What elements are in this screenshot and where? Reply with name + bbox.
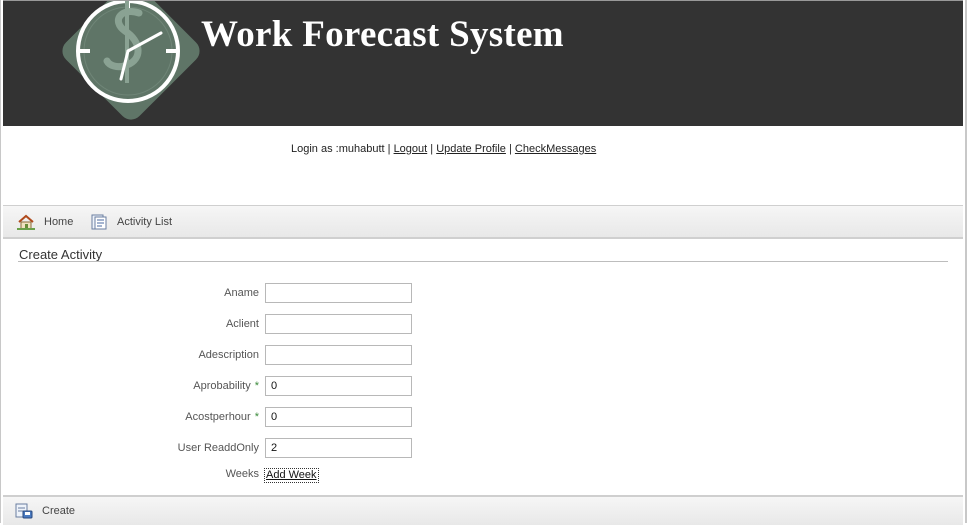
nav-item-label: Activity List bbox=[117, 216, 173, 228]
logout-link[interactable]: Logout bbox=[394, 143, 428, 155]
adescription-input[interactable] bbox=[265, 345, 412, 365]
user-readonly-input[interactable] bbox=[265, 438, 412, 458]
update-profile-link[interactable]: Update Profile bbox=[436, 143, 506, 155]
form-row-acostperhour: Acostperhour * bbox=[0, 407, 500, 427]
form-row-aname: Aname bbox=[0, 283, 500, 303]
list-icon bbox=[90, 214, 108, 230]
create-label: Create bbox=[42, 505, 76, 517]
nav-item-label: Home bbox=[44, 216, 74, 228]
required-marker: * bbox=[254, 411, 259, 423]
section-divider bbox=[18, 261, 948, 262]
login-status: Login as :muhabutt bbox=[291, 143, 385, 155]
form-row-aclient: Aclient bbox=[0, 314, 500, 334]
home-icon bbox=[17, 214, 35, 230]
field-label: Aprobability * bbox=[193, 380, 259, 392]
form-row-adescription: Adescription bbox=[0, 345, 500, 365]
field-label: Adescription bbox=[198, 349, 259, 361]
aprobability-input[interactable] bbox=[265, 376, 412, 396]
form-row-weeks: Weeks Add Week bbox=[0, 465, 500, 485]
field-label: User ReaddOnly bbox=[177, 442, 259, 454]
form-row-user-readonly: User ReaddOnly bbox=[0, 438, 500, 458]
acostperhour-input[interactable] bbox=[265, 407, 412, 427]
required-marker: * bbox=[254, 380, 259, 392]
field-label: Aclient bbox=[225, 318, 259, 330]
aname-input[interactable] bbox=[265, 283, 412, 303]
nav-bar: Home Activity List bbox=[3, 205, 963, 239]
section-title: Create Activity bbox=[19, 247, 103, 262]
separator: | bbox=[427, 143, 437, 155]
check-messages-link[interactable]: CheckMessages bbox=[515, 143, 596, 155]
field-label: Acostperhour * bbox=[185, 411, 259, 423]
field-label: Aname bbox=[224, 287, 259, 299]
dollar-clock-logo-icon bbox=[51, 1, 211, 126]
create-icon bbox=[15, 503, 33, 519]
app-title: Work Forecast System bbox=[201, 14, 564, 55]
form-row-aprobability: Aprobability * bbox=[0, 376, 500, 396]
nav-item-home[interactable]: Home bbox=[17, 214, 73, 230]
separator: | bbox=[384, 143, 394, 155]
separator: | bbox=[505, 143, 515, 155]
aclient-input[interactable] bbox=[265, 314, 412, 334]
app-header: Work Forecast System bbox=[3, 0, 963, 126]
nav-item-activity-list[interactable]: Activity List bbox=[90, 214, 172, 230]
action-bar: Create bbox=[3, 495, 963, 525]
create-button[interactable]: Create bbox=[15, 503, 75, 519]
add-week-link[interactable]: Add Week bbox=[264, 468, 319, 483]
field-label: Weeks bbox=[225, 468, 259, 480]
